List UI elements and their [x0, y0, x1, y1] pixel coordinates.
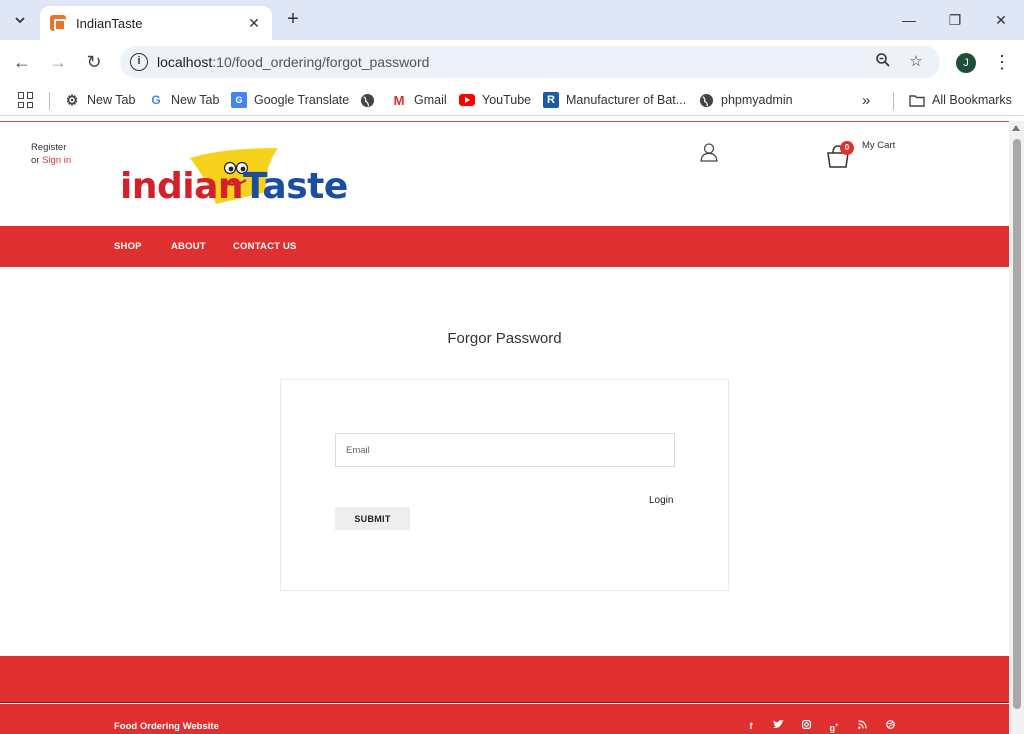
- globe-icon: [698, 92, 714, 108]
- google-icon: G: [151, 93, 161, 107]
- tab-title: IndianTaste: [76, 15, 143, 31]
- zoom-icon[interactable]: [873, 52, 893, 72]
- bookmark-label: YouTube: [482, 93, 532, 107]
- minimize-button[interactable]: —: [894, 8, 924, 32]
- bookmark-label: New Tab: [87, 93, 136, 107]
- browser-toolbar: ← → ↻ i localhost:10/food_ordering/forgo…: [0, 40, 1024, 84]
- reload-icon[interactable]: ↻: [83, 51, 105, 73]
- star-icon[interactable]: ☆: [906, 52, 926, 72]
- bookmark-new-tab-2[interactable]: G New Tab: [148, 91, 219, 109]
- r-icon: R: [543, 92, 559, 108]
- apps-grid-icon[interactable]: [18, 92, 34, 108]
- register-signin: Register or Sign in: [31, 141, 71, 167]
- cart-count-badge: 0: [840, 141, 854, 155]
- footer-copyright: Food Ordering Website: [114, 721, 219, 732]
- google-plus-icon[interactable]: g+: [827, 720, 841, 733]
- scrollbar-thumb[interactable]: [1013, 139, 1021, 709]
- gmail-icon: M: [393, 92, 405, 108]
- all-bookmarks[interactable]: All Bookmarks: [909, 91, 1012, 109]
- twitter-icon[interactable]: [771, 720, 785, 732]
- more-bookmarks-chevron-icon[interactable]: »: [862, 91, 870, 109]
- profile-avatar[interactable]: J: [956, 53, 976, 73]
- rss-icon[interactable]: [855, 720, 869, 732]
- footer-band: [0, 656, 1009, 703]
- bookmark-label: Google Translate: [254, 93, 350, 107]
- footer-bottom: Food Ordering Website f g+: [0, 704, 1009, 734]
- sign-in-link[interactable]: Sign in: [42, 155, 71, 166]
- all-bookmarks-label: All Bookmarks: [932, 93, 1012, 107]
- close-window-button[interactable]: ✕: [986, 8, 1016, 32]
- email-field[interactable]: [335, 433, 675, 467]
- globe-icon: [359, 92, 375, 108]
- nav-shop[interactable]: SHOP: [114, 241, 142, 252]
- bookmark-phpmyadmin[interactable]: phpmyadmin: [698, 91, 793, 109]
- page-title: Forgor Password: [447, 330, 562, 347]
- gear-icon: ⚙: [65, 91, 79, 108]
- scroll-up-arrow-icon[interactable]: [1012, 125, 1020, 131]
- tab-indiantaste[interactable]: IndianTaste ✕: [40, 6, 272, 40]
- submit-button[interactable]: SUBMIT: [335, 507, 410, 530]
- site-info-icon[interactable]: i: [130, 53, 148, 71]
- my-cart-link[interactable]: My Cart: [862, 140, 895, 151]
- or-text: or: [31, 155, 40, 166]
- facebook-icon[interactable]: f: [744, 720, 758, 732]
- browser-tab-bar: IndianTaste ✕ + — ❐ ✕: [0, 0, 1024, 40]
- chevron-down-icon: [15, 17, 25, 24]
- nav-contact-us[interactable]: CONTACT US: [233, 241, 297, 252]
- bookmark-manufacturer[interactable]: R Manufacturer of Bat...: [543, 91, 686, 109]
- url-host: localhost: [157, 54, 213, 70]
- bookmark-label: Manufacturer of Bat...: [566, 93, 687, 107]
- main-nav: SHOP ABOUT CONTACT US: [0, 226, 1009, 267]
- bookmark-label: New Tab: [171, 93, 220, 107]
- arrow-left-icon[interactable]: ←: [11, 51, 33, 73]
- address-bar[interactable]: i localhost:10/food_ordering/forgot_pass…: [120, 46, 940, 78]
- bookmark-label: phpmyadmin: [721, 93, 793, 107]
- url-path: :10/food_ordering/forgot_password: [212, 54, 430, 70]
- nav-about[interactable]: ABOUT: [171, 241, 206, 252]
- restore-button[interactable]: ❐: [940, 8, 970, 32]
- url-text[interactable]: localhost:10/food_ordering/forgot_passwo…: [157, 54, 429, 70]
- bookmark-separator: [893, 92, 894, 110]
- login-link[interactable]: Login: [649, 495, 673, 506]
- tab-search-button[interactable]: [8, 8, 32, 32]
- instagram-icon[interactable]: [799, 720, 813, 732]
- arrow-right-icon[interactable]: →: [47, 51, 69, 73]
- youtube-icon: [459, 92, 475, 108]
- translate-icon: G: [231, 92, 247, 108]
- bookmark-google-translate[interactable]: G Google Translate: [231, 91, 349, 109]
- new-tab-button[interactable]: +: [282, 8, 304, 30]
- web-page: indianTaste Register or Sign in 0 My Car…: [0, 121, 1009, 734]
- page-scrollbar[interactable]: [1009, 121, 1024, 734]
- forgot-password-form: Login SUBMIT: [280, 379, 729, 591]
- bookmark-youtube[interactable]: YouTube: [459, 91, 531, 109]
- menu-kebab-icon[interactable]: ⋮: [992, 51, 1012, 73]
- xampp-favicon-icon: [50, 15, 66, 31]
- user-icon[interactable]: [699, 142, 719, 162]
- folder-icon: [909, 92, 925, 108]
- bookmark-separator: [49, 92, 50, 110]
- bookmark-new-tab-1[interactable]: ⚙ New Tab: [64, 91, 136, 109]
- bookmark-gmail[interactable]: M Gmail: [391, 91, 447, 109]
- bookmark-label: Gmail: [414, 93, 447, 107]
- logo-wordmark: indianTaste: [120, 166, 348, 207]
- indiantaste-logo[interactable]: indianTaste: [120, 148, 348, 210]
- bookmarks-bar: ⚙ New Tab G New Tab G Google Translate M…: [0, 84, 1024, 116]
- dribbble-icon[interactable]: [883, 720, 897, 732]
- register-link[interactable]: Register: [31, 141, 71, 154]
- close-icon[interactable]: ✕: [244, 13, 264, 33]
- bookmark-globe[interactable]: [359, 91, 382, 109]
